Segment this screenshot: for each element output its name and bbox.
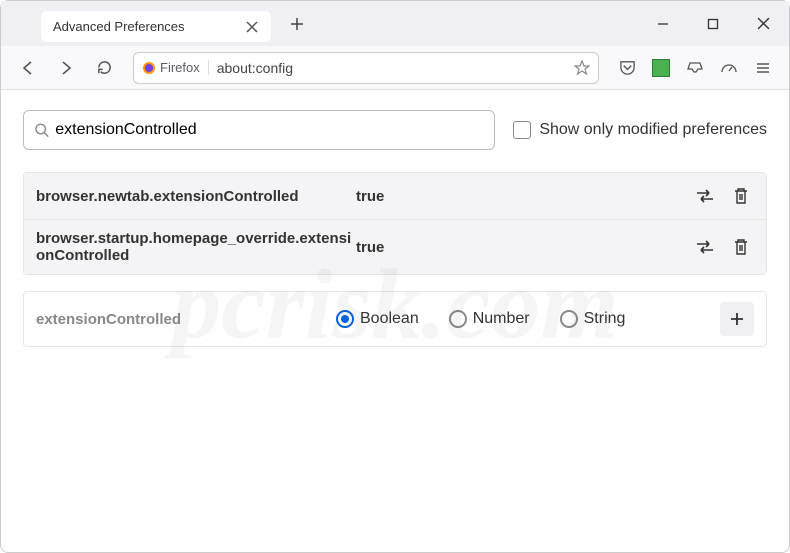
reload-button[interactable] <box>87 51 121 85</box>
preference-actions <box>692 234 754 260</box>
identity-box[interactable]: Firefox <box>142 60 209 75</box>
window-titlebar: Advanced Preferences <box>1 1 789 46</box>
inbox-icon[interactable] <box>679 52 711 84</box>
forward-button[interactable] <box>49 51 83 85</box>
browser-toolbar: Firefox about:config <box>1 46 789 90</box>
radio-label: Number <box>473 310 530 328</box>
radio-boolean[interactable]: Boolean <box>336 310 419 328</box>
bookmark-star-icon[interactable] <box>574 60 590 76</box>
checkbox-label-text: Show only modified preferences <box>539 121 767 139</box>
preference-name: browser.newtab.extensionControlled <box>36 188 356 205</box>
preferences-table: browser.newtab.extensionControlled true … <box>23 172 767 275</box>
search-input[interactable] <box>55 121 484 139</box>
identity-label: Firefox <box>160 60 200 75</box>
new-tab-button[interactable] <box>283 10 311 38</box>
url-text: about:config <box>217 60 293 76</box>
radio-label: String <box>584 310 626 328</box>
new-preference-name: extensionControlled <box>36 311 336 328</box>
maximize-button[interactable] <box>693 7 733 41</box>
radio-number[interactable]: Number <box>449 310 530 328</box>
url-bar[interactable]: Firefox about:config <box>133 52 599 84</box>
firefox-icon <box>142 61 156 75</box>
preference-actions <box>692 183 754 209</box>
preference-name: browser.startup.homepage_override.extens… <box>36 230 356 264</box>
preference-value: true <box>356 188 692 205</box>
delete-button[interactable] <box>728 234 754 260</box>
preference-row: browser.startup.homepage_override.extens… <box>24 220 766 274</box>
radio-icon <box>449 310 467 328</box>
close-window-button[interactable] <box>743 7 783 41</box>
pocket-icon[interactable] <box>611 52 643 84</box>
window-controls <box>643 7 783 41</box>
preference-row: browser.newtab.extensionControlled true <box>24 173 766 220</box>
delete-button[interactable] <box>728 183 754 209</box>
dashboard-icon[interactable] <box>713 52 745 84</box>
search-row: Show only modified preferences <box>23 110 767 150</box>
show-modified-checkbox[interactable]: Show only modified preferences <box>513 121 767 139</box>
radio-icon <box>560 310 578 328</box>
new-preference-row: extensionControlled Boolean Number Strin… <box>23 291 767 347</box>
browser-tab[interactable]: Advanced Preferences <box>41 11 271 42</box>
type-radio-group: Boolean Number String <box>336 310 720 328</box>
preference-value: true <box>356 239 692 256</box>
close-tab-icon[interactable] <box>245 20 259 34</box>
radio-string[interactable]: String <box>560 310 626 328</box>
checkbox-icon <box>513 121 531 139</box>
search-icon <box>34 122 49 138</box>
back-button[interactable] <box>11 51 45 85</box>
radio-label: Boolean <box>360 310 419 328</box>
tab-title: Advanced Preferences <box>53 19 185 34</box>
minimize-button[interactable] <box>643 7 683 41</box>
add-button[interactable] <box>720 302 754 336</box>
radio-icon <box>336 310 354 328</box>
menu-icon[interactable] <box>747 52 779 84</box>
toggle-button[interactable] <box>692 234 718 260</box>
toolbar-icons <box>611 52 779 84</box>
extension-icon[interactable] <box>645 52 677 84</box>
toggle-button[interactable] <box>692 183 718 209</box>
search-box[interactable] <box>23 110 495 150</box>
content-area: Show only modified preferences browser.n… <box>1 90 789 367</box>
